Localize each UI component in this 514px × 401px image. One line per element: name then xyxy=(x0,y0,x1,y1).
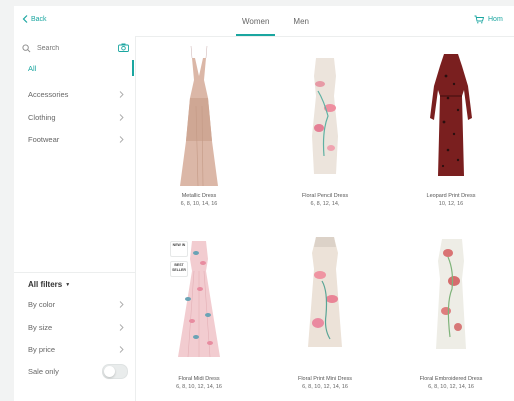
product-sizes: 10, 12, 16 xyxy=(438,201,464,207)
search-icon xyxy=(22,43,31,52)
product-name: Floral Pencil Dress xyxy=(301,193,349,199)
product-card[interactable]: Metallic Dress 6, 8, 10, 14, 16 xyxy=(136,36,262,218)
sale-only-toggle[interactable] xyxy=(102,364,128,379)
product-sizes: 6, 8, 12, 14, xyxy=(310,201,340,207)
product-card[interactable]: Floral Embroidered Dress 6, 8, 10, 12, 1… xyxy=(388,219,514,401)
chevron-right-icon xyxy=(119,136,124,143)
tab-women[interactable]: Women xyxy=(236,6,276,36)
chevron-left-icon xyxy=(22,15,28,23)
product-sizes: 6, 8, 10, 12, 14, 16 xyxy=(302,384,348,390)
search-input[interactable] xyxy=(35,43,109,53)
filter-label: By price xyxy=(28,345,56,354)
filter-sale-only: Sale only xyxy=(14,361,135,381)
filter-by-color[interactable]: By color xyxy=(14,294,135,314)
filter-by-size[interactable]: By size xyxy=(14,317,135,337)
product-card[interactable]: Floral Pencil Dress 6, 8, 12, 14, xyxy=(262,36,388,218)
sidebar-item-label: Footwear xyxy=(28,135,60,144)
product-card[interactable]: Floral Print Mini Dress 6, 8, 10, 12, 14… xyxy=(262,219,388,401)
sidebar-item-label: Accessories xyxy=(28,90,69,99)
gender-tabs: Women Men xyxy=(236,6,315,36)
product-sizes: 6, 8, 10, 12, 14, 16 xyxy=(428,384,474,390)
product-image xyxy=(178,241,220,358)
sidebar-item-footwear[interactable]: Footwear xyxy=(14,129,135,149)
sidebar-item-label: Clothing xyxy=(28,113,56,122)
product-image xyxy=(436,239,466,349)
chevron-right-icon xyxy=(119,91,124,98)
sale-only-label: Sale only xyxy=(28,367,59,376)
product-image xyxy=(430,54,472,176)
filter-label: By size xyxy=(28,323,53,332)
sidebar-item-clothing[interactable]: Clothing xyxy=(14,107,135,127)
cart-button[interactable]: Hom xyxy=(474,15,503,24)
sidebar-divider xyxy=(14,272,135,273)
search-bar xyxy=(22,40,130,56)
product-name: Metallic Dress xyxy=(181,193,217,199)
all-filters-label: All filters xyxy=(28,280,63,289)
product-grid: Metallic Dress 6, 8, 10, 14, 16 Floral P… xyxy=(136,36,514,401)
active-indicator xyxy=(132,60,134,76)
sidebar: All Accessories Clothing Footwear All fi… xyxy=(14,36,136,401)
chevron-right-icon xyxy=(119,114,124,121)
product-name: Floral Embroidered Dress xyxy=(419,376,483,382)
product-name: Floral Print Mini Dress xyxy=(297,376,353,382)
toggle-knob xyxy=(104,366,115,377)
chevron-right-icon xyxy=(119,324,124,331)
top-bar: Back Women Men Hom xyxy=(14,6,514,37)
product-card[interactable]: Floral Midi Dress 6, 8, 10, 12, 14, 16 xyxy=(136,219,262,401)
filter-by-price[interactable]: By price xyxy=(14,339,135,359)
back-label: Back xyxy=(31,15,47,23)
new-in-badge: NEW IN xyxy=(170,241,188,257)
caret-down-icon: ▼ xyxy=(65,281,71,288)
app-frame: Back Women Men Hom All Accessories Cloth… xyxy=(14,6,514,401)
chevron-right-icon xyxy=(119,301,124,308)
sidebar-item-accessories[interactable]: Accessories xyxy=(14,84,135,104)
product-name: Floral Midi Dress xyxy=(178,376,220,382)
cart-label: Hom xyxy=(488,16,503,23)
all-filters-toggle[interactable]: All filters ▼ xyxy=(28,280,70,289)
product-image xyxy=(180,45,218,186)
product-image xyxy=(308,237,342,347)
product-sizes: 6, 8, 10, 12, 14, 16 xyxy=(176,384,222,390)
product-card[interactable]: Leopard Print Dress 10, 12, 16 xyxy=(388,36,514,218)
product-name: Leopard Print Dress xyxy=(426,193,476,199)
tab-men[interactable]: Men xyxy=(287,6,315,36)
product-sizes: 6, 8, 10, 14, 16 xyxy=(180,201,218,207)
cart-icon xyxy=(474,15,484,24)
back-button[interactable]: Back xyxy=(22,15,47,23)
camera-icon[interactable] xyxy=(118,43,129,52)
product-image xyxy=(312,58,338,174)
sidebar-item-all[interactable]: All xyxy=(14,58,135,78)
best-seller-badge: BEST SELLER xyxy=(170,261,188,277)
chevron-right-icon xyxy=(119,346,124,353)
sidebar-item-label: All xyxy=(28,64,37,73)
filter-label: By color xyxy=(28,300,56,309)
